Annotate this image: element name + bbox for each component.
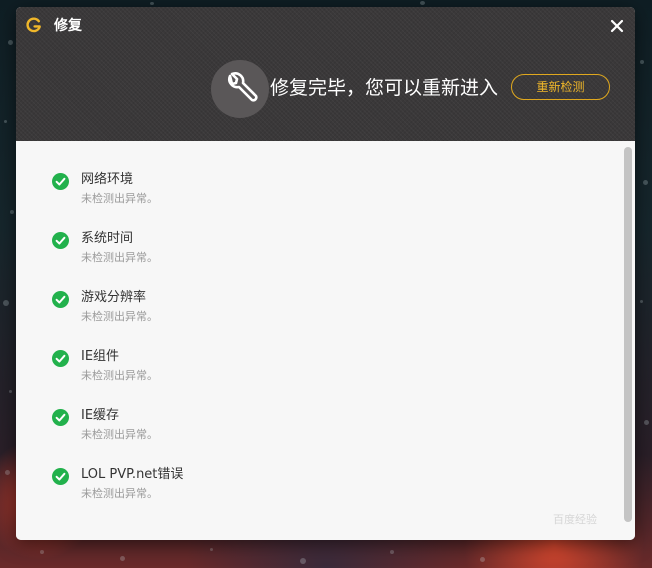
item-title: 游戏分辨率	[81, 290, 147, 305]
vertical-scrollbar[interactable]	[624, 147, 632, 522]
wrench-icon	[228, 72, 258, 102]
recheck-button[interactable]: 重新检测	[511, 74, 610, 100]
check-circle-icon	[52, 350, 69, 367]
status-message: 修复完毕，您可以重新进入	[270, 77, 499, 99]
list-item: LOL PVP.net错误 未检测出异常。	[16, 436, 576, 500]
check-results-list: 网络环境 未检测出异常。 系统时间 未检测出异常。 游戏分辨率 未检测出异常。 …	[16, 141, 635, 540]
check-circle-icon	[52, 409, 69, 426]
list-item: IE组件 未检测出异常。	[16, 318, 576, 382]
repair-dialog: 修复 修复完毕，您可以重新进入 重新检测 网络环境 未检测出异常。 系统时间 未…	[16, 7, 635, 540]
app-logo-icon	[26, 17, 41, 33]
list-item: 系统时间 未检测出异常。	[16, 200, 576, 264]
watermark: 百度经验	[553, 513, 597, 526]
dialog-title: 修复	[54, 18, 82, 34]
check-circle-icon	[52, 291, 69, 308]
close-icon[interactable]	[607, 16, 627, 36]
item-title: LOL PVP.net错误	[81, 467, 184, 482]
item-title: 系统时间	[81, 231, 134, 246]
check-circle-icon	[52, 232, 69, 249]
status-icon-container	[211, 60, 269, 118]
check-circle-icon	[52, 173, 69, 190]
check-circle-icon	[52, 468, 69, 485]
list-item: IE缓存 未检测出异常。	[16, 377, 576, 441]
item-status: 未检测出异常。	[81, 487, 158, 500]
list-item: 网络环境 未检测出异常。	[16, 141, 576, 205]
item-title: IE缓存	[81, 408, 120, 423]
list-item: 游戏分辨率 未检测出异常。	[16, 259, 576, 323]
item-title: IE组件	[81, 349, 120, 364]
item-title: 网络环境	[81, 172, 134, 187]
dialog-header: 修复 修复完毕，您可以重新进入 重新检测	[16, 7, 635, 141]
